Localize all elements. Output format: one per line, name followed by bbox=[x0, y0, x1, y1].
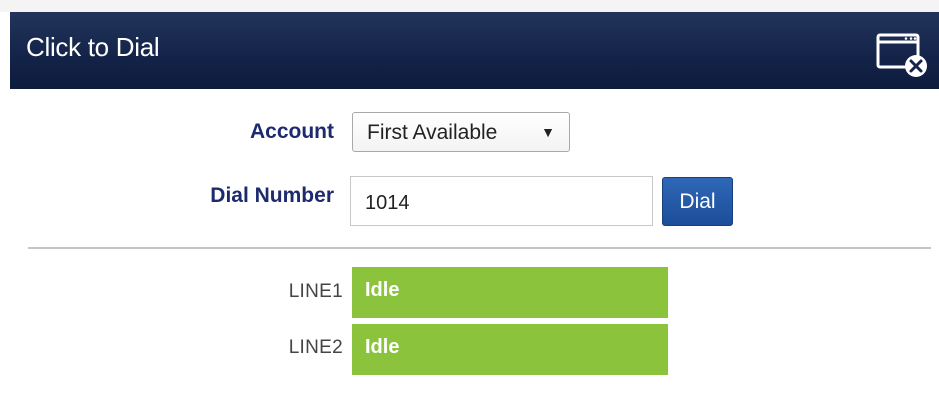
background-strip bbox=[0, 0, 939, 12]
window-close-icon[interactable] bbox=[871, 29, 931, 81]
line1-status-text: Idle bbox=[365, 279, 400, 301]
account-label: Account bbox=[250, 120, 334, 143]
section-divider bbox=[28, 247, 931, 249]
account-select-value: First Available bbox=[367, 121, 498, 144]
line1-status: Idle bbox=[352, 267, 668, 318]
line2-status-text: Idle bbox=[365, 336, 400, 358]
dial-button[interactable]: Dial bbox=[662, 177, 733, 226]
dial-number-label: Dial Number bbox=[210, 184, 334, 207]
dropdown-arrow-icon: ▼ bbox=[541, 124, 555, 140]
account-select[interactable]: First Available ▼ bbox=[352, 112, 570, 152]
dial-number-input[interactable] bbox=[350, 176, 653, 226]
dialog-title-bar: Click to Dial bbox=[10, 12, 939, 89]
line1-label: LINE1 bbox=[288, 281, 343, 302]
line2-status: Idle bbox=[352, 324, 668, 375]
line2-label: LINE2 bbox=[288, 337, 343, 358]
dialog-title: Click to Dial bbox=[26, 32, 160, 62]
